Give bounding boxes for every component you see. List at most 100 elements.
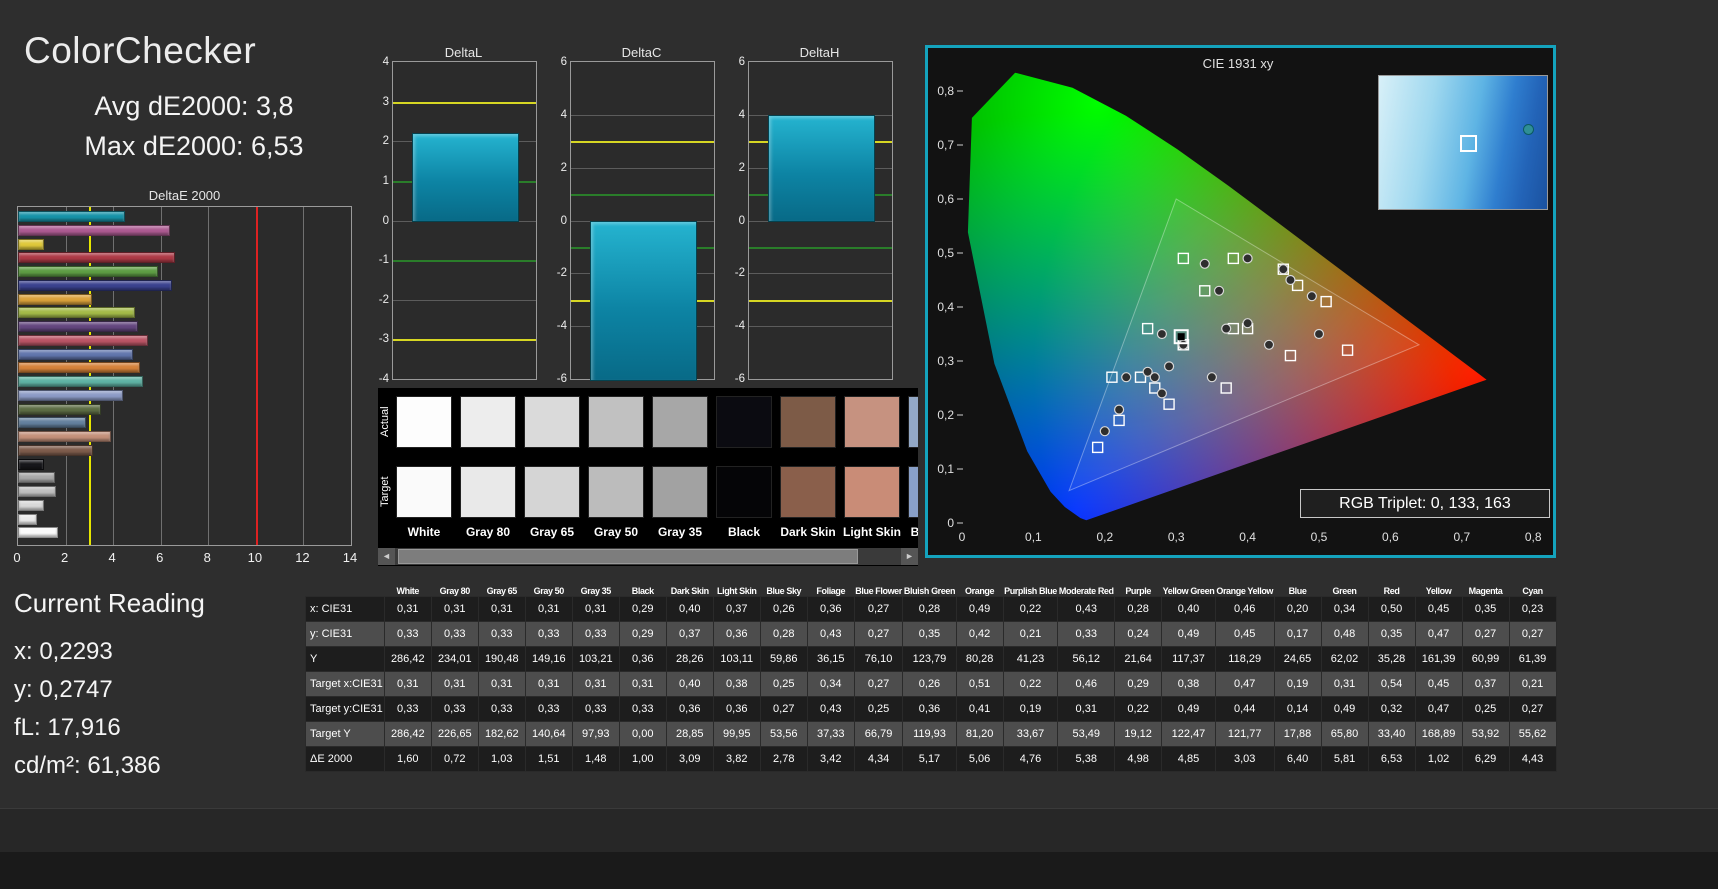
delta-l-plot-ytick-label: 2 — [382, 135, 389, 148]
results-table: White Gray 80 Gray 65 Gray 50 Gray 35 Black Da… — [305, 576, 1557, 772]
table-cell: 286,42 — [383, 646, 432, 672]
scroll-left-icon[interactable]: ◄ — [378, 548, 395, 565]
deltae-bar — [18, 362, 141, 374]
scroll-right-icon[interactable]: ► — [901, 548, 918, 565]
table-row: Y 286,42 234,01 190,48 149,16 103,21 0,36 28,26… — [305, 646, 1557, 672]
patch-label: Light Skin — [843, 525, 901, 539]
patch-column: Dark Skin — [780, 388, 836, 548]
actual-swatch[interactable] — [524, 396, 580, 448]
measured-point — [1242, 253, 1253, 264]
target-swatch[interactable] — [716, 466, 772, 518]
measured-point — [1242, 318, 1253, 329]
measured-point — [1206, 372, 1217, 383]
table-cell: 80,28 — [955, 646, 1004, 672]
table-cell: 0,33 — [383, 621, 432, 647]
table-cell: 0,36 — [902, 696, 957, 722]
table-cell: 286,42 — [383, 721, 432, 747]
measured-point — [1313, 328, 1325, 340]
column-header: White — [396, 586, 420, 596]
cie-panel[interactable]: 0 0 0,1 0,1 0,2 0,2 0,3 0,3 0,4 0,4 0,5 0,5 0,6 0,6 0,… — [925, 45, 1556, 558]
actual-swatch[interactable] — [588, 396, 644, 448]
table-cell: 0,46 — [1057, 671, 1116, 697]
table-cell: 5,17 — [902, 746, 957, 772]
delta-h-plot-ytick-label: -2 — [734, 267, 745, 280]
table-cell: 36,15 — [806, 646, 855, 672]
table-row: y: CIE31 0,33 0,33 0,33 0,33 0,33 0,29 0,37 0,36… — [305, 621, 1557, 647]
rgb-triplet-box: RGB Triplet: 0, 133, 163 — [1300, 489, 1550, 518]
column-header: Yellow Green — [1162, 586, 1215, 596]
actual-swatch[interactable] — [780, 396, 836, 448]
actual-swatch[interactable] — [716, 396, 772, 448]
table-cell: 0,00 — [618, 721, 667, 747]
deltae-bar — [18, 486, 56, 497]
tolerance-line — [749, 299, 892, 302]
patch-label: Black — [727, 525, 761, 539]
table-cell: 6,29 — [1461, 746, 1510, 772]
measured-point — [1285, 274, 1296, 286]
actual-swatch[interactable] — [460, 396, 516, 448]
table-row: Target x:CIE31 0,31 0,31 0,31 0,31 0,31 0,31 0,… — [305, 671, 1557, 697]
patch-column: Light Skin — [843, 388, 901, 548]
delta-bar — [767, 114, 876, 223]
deltae-bar — [18, 238, 45, 250]
delta-bar — [411, 133, 520, 223]
column-header: Blue — [1288, 586, 1307, 596]
avg-de2000-label: Avg dE2000: 3,8 — [94, 91, 294, 121]
delta-gridline — [393, 299, 536, 301]
table-cell: 123,79 — [902, 646, 957, 672]
cie-xtick-label: 0 — [959, 530, 966, 544]
table-cell: 0,43 — [806, 696, 855, 722]
table-cell: 35,28 — [1367, 646, 1416, 672]
target-swatch[interactable] — [844, 466, 900, 518]
current-reading: Current Reading x: 0,2293 y: 0,2747 fL: … — [14, 588, 205, 785]
target-swatch[interactable] — [652, 466, 708, 518]
patch-label: White — [407, 525, 441, 539]
measured-point — [1121, 372, 1132, 383]
table-cell: 0,27 — [853, 621, 904, 647]
cie-xtick-label: 0,7 — [1453, 530, 1470, 544]
target-swatch[interactable] — [908, 466, 918, 518]
table-cell: 0,36 — [712, 621, 761, 647]
table-cell: 0,25 — [759, 671, 808, 697]
row-label: Target y:CIE31 — [305, 696, 385, 722]
scrollbar-thumb[interactable] — [398, 549, 858, 564]
target-swatch[interactable] — [396, 466, 452, 518]
table-cell: 119,93 — [902, 721, 957, 747]
target-swatch[interactable] — [460, 466, 516, 518]
table-cell: 103,21 — [571, 646, 620, 672]
deltae-bar — [18, 444, 94, 456]
column-header: Gray 80 — [439, 586, 471, 596]
table-corner — [306, 576, 385, 597]
actual-swatch[interactable] — [396, 396, 452, 448]
column-header: Purplish Blue — [1004, 586, 1057, 596]
actual-swatch[interactable] — [652, 396, 708, 448]
deltae-xtick-label: 12 — [295, 550, 310, 565]
table-cell: 226,65 — [430, 721, 479, 747]
table-cell: 0,48 — [1320, 621, 1369, 647]
delta-h-plot-ytick-label: 2 — [738, 161, 745, 174]
patch-scrollbar[interactable]: ◄ ► — [378, 548, 918, 565]
reading-y: y: 0,2747 — [14, 676, 113, 703]
target-swatch[interactable] — [524, 466, 580, 518]
target-swatch[interactable] — [588, 466, 644, 518]
table-cell: 33,40 — [1367, 721, 1416, 747]
delta-h-plot-ytick-label: 0 — [738, 214, 745, 227]
table-cell: 0,28 — [1114, 596, 1163, 622]
cie-xtick-label: 0,2 — [1096, 530, 1113, 544]
deltae-xtick-label: 6 — [156, 550, 164, 565]
cie-ytick-label: 0,4 — [937, 300, 954, 314]
actual-swatch[interactable] — [908, 396, 918, 448]
delta-gridline — [749, 273, 892, 275]
table-cell: 62,02 — [1320, 646, 1369, 672]
max-de2000-label: Max dE2000: 6,53 — [84, 131, 304, 161]
table-cell: 4,43 — [1508, 746, 1557, 772]
table-cell: 103,11 — [712, 646, 761, 672]
actual-swatch[interactable] — [844, 396, 900, 448]
table-cell: 0,45 — [1414, 671, 1463, 697]
target-swatch[interactable] — [780, 466, 836, 518]
table-cell: 0,33 — [383, 696, 432, 722]
row-label: Target Y — [305, 721, 385, 747]
patch-column: Blue Sky — [908, 388, 918, 548]
deltae-bar — [18, 417, 87, 429]
row-label: ΔE 2000 — [305, 746, 385, 772]
